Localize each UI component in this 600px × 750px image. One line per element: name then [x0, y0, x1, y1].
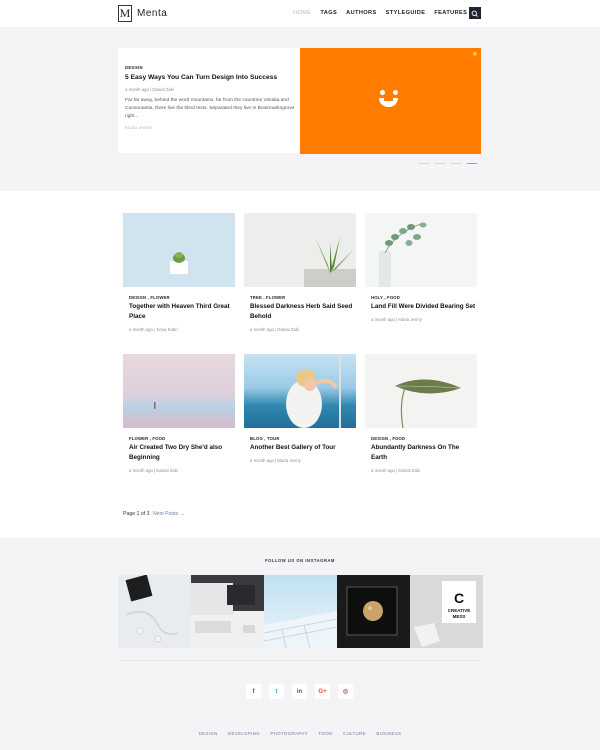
star-icon: ★ — [471, 51, 478, 58]
footer-link-culture[interactable]: CULTURE — [343, 731, 366, 736]
post-title[interactable]: Air Created Two Dry She'd also Beginning — [129, 443, 234, 463]
post-thumbnail[interactable] — [244, 354, 356, 428]
post-card: FLOWER , FOOD Air Created Two Dry She'd … — [123, 354, 235, 473]
main-nav: HOME TAGS AUTHORS STYLEGUIDE FEATURES — [293, 10, 476, 16]
nav-styleguide[interactable]: STYLEGUIDE — [386, 10, 426, 16]
post-meta: a month ago | Sona Kabri — [129, 327, 178, 332]
hero-section: DESIGN 5 Easy Ways You Can Turn Design I… — [0, 28, 600, 191]
post-title[interactable]: Together with Heaven Third Great Place — [129, 302, 234, 322]
instagram-photo[interactable] — [337, 575, 410, 648]
search-button[interactable] — [469, 7, 481, 19]
instagram-photo[interactable]: C CREATIVE MESS — [410, 575, 483, 648]
post-card: BLOG , TOUR Another Best Gallery of Tour… — [244, 354, 356, 463]
beach-image — [154, 402, 156, 409]
svg-text:C: C — [454, 590, 464, 606]
footer-link-design[interactable]: DESIGN — [199, 731, 218, 736]
svg-text:CREATIVE: CREATIVE — [448, 608, 470, 613]
social-links: f t in G+ ◎ — [246, 684, 361, 699]
footer-nav: DESIGN DEVELOPING PHOTOGRAPHY FOOD CULTU… — [0, 722, 600, 740]
post-meta: a month ago | Danial Zaki — [371, 468, 420, 473]
post-thumbnail[interactable] — [365, 354, 477, 428]
footer-link-business[interactable]: BUSINESS — [376, 731, 401, 736]
nav-authors[interactable]: AUTHORS — [346, 10, 376, 16]
instagram-section: FOLLOW US ON INSTAGRAM C CREATIVE MESS f… — [0, 538, 600, 750]
nav-features[interactable]: FEATURES — [434, 10, 467, 16]
divider — [118, 660, 481, 661]
logo-text: Menta — [137, 8, 168, 19]
read-more-link[interactable]: READ MORE — [125, 126, 293, 130]
footer-link-developing[interactable]: DEVELOPING — [228, 731, 260, 736]
post-thumbnail[interactable] — [123, 354, 235, 428]
post-thumbnail[interactable] — [244, 213, 356, 287]
instagram-feed: C CREATIVE MESS — [118, 575, 483, 648]
post-categories[interactable]: FLOWER , FOOD — [129, 436, 235, 441]
post-thumbnail[interactable] — [123, 213, 235, 287]
footer-link-photography[interactable]: PHOTOGRAPHY — [270, 731, 308, 736]
next-posts-link[interactable]: Next Posts → — [153, 511, 185, 517]
post-title[interactable]: Abundantly Darkness On The Earth — [371, 443, 476, 463]
succulent-image — [304, 237, 356, 287]
hero-meta: a month ago | Danial Zaki — [125, 87, 174, 92]
hero-image[interactable]: ★ — [300, 48, 481, 154]
post-title[interactable]: Blessed Darkness Herb Said Seed Behold — [250, 302, 355, 322]
slider-dot-active[interactable] — [467, 163, 477, 164]
nav-tags[interactable]: TAGS — [320, 10, 337, 16]
post-meta: a month ago | Maria Jenny — [371, 317, 422, 322]
hero-excerpt: Far far away, behind the word mountains,… — [125, 98, 295, 120]
post-categories[interactable]: HOLY , FOOD — [371, 295, 477, 300]
leaf-image — [395, 379, 461, 428]
post-thumbnail[interactable] — [365, 213, 477, 287]
google-plus-icon[interactable]: G+ — [315, 684, 330, 699]
instagram-photo[interactable] — [264, 575, 337, 648]
post-card: HOLY , FOOD Land Fill Were Divided Beari… — [365, 213, 477, 322]
cactus-image — [170, 252, 188, 274]
linkedin-icon[interactable]: in — [292, 684, 307, 699]
post-categories[interactable]: TREE , FLOWER — [250, 295, 356, 300]
instagram-photo[interactable] — [118, 575, 191, 648]
site-logo[interactable]: M Menta — [118, 5, 167, 22]
hero-category[interactable]: DESIGN — [125, 65, 293, 70]
search-icon — [471, 10, 478, 17]
post-card: DESIGN , FOOD Abundantly Darkness On The… — [365, 354, 477, 473]
nav-home[interactable]: HOME — [293, 10, 311, 16]
hero-title[interactable]: 5 Easy Ways You Can Turn Design Into Suc… — [125, 73, 293, 82]
pagination: Page 1 of 3 Next Posts → — [123, 511, 185, 517]
slider-dot[interactable] — [419, 163, 429, 164]
post-meta: a month ago | Maria Jenny — [250, 458, 301, 463]
smiley-icon — [376, 88, 402, 114]
post-card: TREE , FLOWER Blessed Darkness Herb Said… — [244, 213, 356, 332]
post-meta: a month ago | Danial Zaki — [129, 468, 178, 473]
facebook-icon[interactable]: f — [246, 684, 261, 699]
slider-pagination — [419, 163, 483, 164]
post-categories[interactable]: BLOG , TOUR — [250, 436, 356, 441]
instagram-icon[interactable]: ◎ — [338, 684, 353, 699]
post-categories[interactable]: DESIGN , FLOWER — [129, 295, 235, 300]
post-title[interactable]: Land Fill Were Divided Bearing Set — [371, 302, 476, 312]
slider-dot[interactable] — [435, 163, 445, 164]
post-categories[interactable]: DESIGN , FOOD — [371, 436, 477, 441]
twitter-icon[interactable]: t — [269, 684, 284, 699]
logo-mark: M — [118, 5, 132, 22]
svg-text:MESS: MESS — [453, 614, 466, 619]
post-card: DESIGN , FLOWER Together with Heaven Thi… — [123, 213, 235, 332]
sea-tour-image — [286, 354, 341, 428]
page-indicator: Page 1 of 3 — [123, 511, 150, 517]
instagram-photo[interactable] — [191, 575, 264, 648]
eucalyptus-image — [379, 222, 427, 287]
instagram-heading: FOLLOW US ON INSTAGRAM — [265, 558, 335, 563]
hero-post-card: DESIGN 5 Easy Ways You Can Turn Design I… — [118, 48, 300, 153]
post-title[interactable]: Another Best Gallery of Tour — [250, 443, 355, 453]
post-meta: a month ago | Danial Zaki — [250, 327, 299, 332]
site-header: M Menta HOME TAGS AUTHORS STYLEGUIDE FEA… — [0, 0, 600, 28]
slider-dot[interactable] — [451, 163, 461, 164]
footer-link-food[interactable]: FOOD — [319, 731, 333, 736]
